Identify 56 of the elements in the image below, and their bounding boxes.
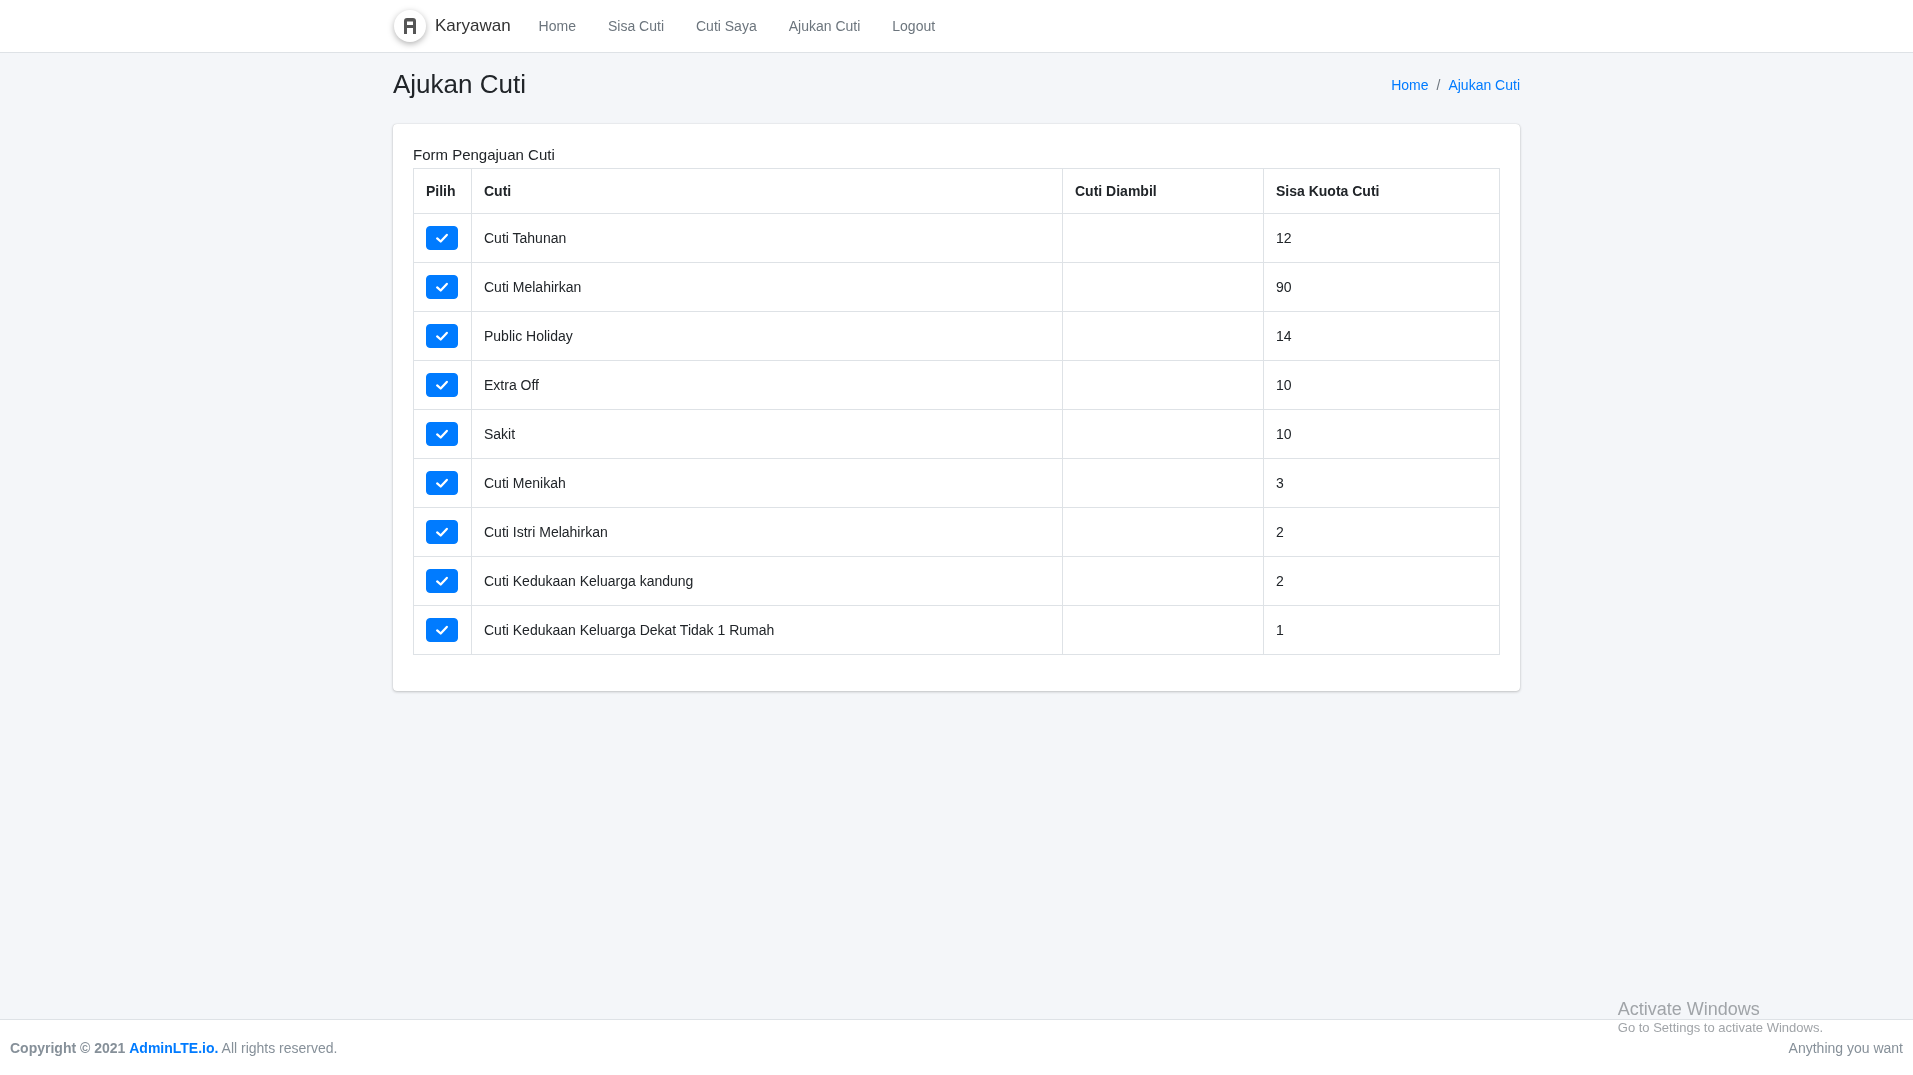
- footer-note: Anything you want: [1788, 1039, 1903, 1056]
- table-cell: Cuti Istri Melahirkan: [471, 507, 1063, 557]
- breadcrumb-link[interactable]: Ajukan Cuti: [1448, 76, 1520, 93]
- page-title: Ajukan Cuti: [393, 69, 526, 100]
- table-cell: Cuti Kedukaan Keluarga Dekat Tidak 1 Rumah: [471, 605, 1063, 655]
- checkbox[interactable]: [426, 226, 458, 250]
- nav-link[interactable]: Logout: [876, 18, 952, 34]
- check-icon: [435, 378, 449, 392]
- table-cell: Cuti Tahunan: [471, 213, 1063, 263]
- table-cell: 12: [1263, 213, 1500, 263]
- checkbox[interactable]: [426, 324, 458, 348]
- checkbox[interactable]: [426, 520, 458, 544]
- table-cell: Public Holiday: [471, 311, 1063, 361]
- column-header: Pilih: [413, 168, 472, 214]
- breadcrumb-separator: /: [1436, 76, 1441, 93]
- column-header: Sisa Kuota Cuti: [1263, 168, 1500, 214]
- column-header: Cuti: [471, 168, 1063, 214]
- table-cell: Cuti Melahirkan: [471, 262, 1063, 312]
- breadcrumb-link[interactable]: Home: [1391, 76, 1429, 93]
- checkbox[interactable]: [426, 618, 458, 642]
- table-cell: Sakit: [471, 409, 1063, 459]
- card-title: Form Pengajuan Cuti: [413, 146, 556, 163]
- nav-link[interactable]: Home: [522, 18, 592, 34]
- copyright-text: Copyright © 2021 AdminLTE.io. All rights reserved.: [10, 1039, 338, 1056]
- check-icon: [435, 280, 449, 294]
- checkbox[interactable]: [426, 471, 458, 495]
- table-cell: 14: [1263, 311, 1500, 361]
- brand-link[interactable]: Karyawan: [435, 16, 511, 36]
- check-icon: [435, 476, 449, 490]
- activation-notice-text: Go to Settings to activate Windows.: [1617, 1020, 1823, 1035]
- table-cell: 10: [1263, 360, 1500, 410]
- check-icon: [435, 623, 449, 637]
- table-cell: 3: [1263, 458, 1500, 508]
- check-icon: [435, 574, 449, 588]
- table-cell: 1: [1263, 605, 1500, 655]
- table-cell: 2: [1263, 556, 1500, 606]
- nav-link[interactable]: Cuti Saya: [680, 18, 773, 34]
- nav-link[interactable]: Ajukan Cuti: [772, 18, 877, 34]
- check-icon: [435, 525, 449, 539]
- column-header: Cuti Diambil: [1062, 168, 1264, 214]
- check-icon: [435, 427, 449, 441]
- checkbox[interactable]: [426, 422, 458, 446]
- activation-notice-title: Activate Windows: [1617, 999, 1761, 1020]
- table-cell: Extra Off: [471, 360, 1063, 410]
- checkbox[interactable]: [426, 373, 458, 397]
- checkbox[interactable]: [426, 569, 458, 593]
- check-icon: [435, 329, 449, 343]
- checkbox[interactable]: [426, 275, 458, 299]
- table-cell: Cuti Menikah: [471, 458, 1063, 508]
- table-cell: 2: [1263, 507, 1500, 557]
- table-cell: 10: [1263, 409, 1500, 459]
- table-cell: Cuti Kedukaan Keluarga kandung: [471, 556, 1063, 606]
- check-icon: [435, 231, 449, 245]
- adminlte-link[interactable]: AdminLTE.io.: [129, 1039, 219, 1056]
- table-cell: 90: [1263, 262, 1500, 312]
- nav-link[interactable]: Sisa Cuti: [591, 18, 680, 34]
